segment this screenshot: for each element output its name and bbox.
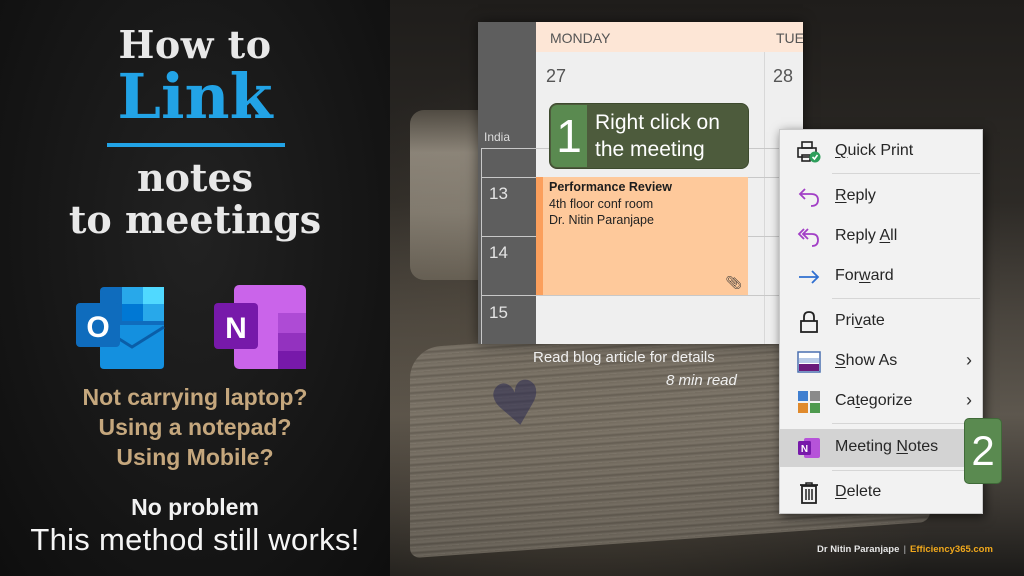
paperclip-icon: 📎︎ (725, 276, 742, 291)
menu-item-delete[interactable]: Delete (780, 475, 982, 511)
submenu-chevron-icon: › (966, 350, 972, 370)
day-name-monday[interactable]: MONDAY (550, 30, 610, 46)
question-laptop: Not carrying laptop? (82, 384, 308, 410)
menu-separator (832, 298, 980, 299)
menu-item-reply[interactable]: Reply (780, 179, 982, 215)
question-mobile: Using Mobile? (116, 444, 274, 470)
forward-icon (796, 265, 822, 289)
title-line-to-meetings: to meetings (68, 197, 322, 242)
step1-number: 1 (551, 105, 587, 167)
menu-label: Meeting Notes (835, 438, 939, 455)
hour-line (481, 295, 803, 296)
event-location: 4th floor conf room (549, 197, 654, 211)
hour-label-14: 14 (489, 243, 508, 262)
title-line-notes: notes (136, 155, 254, 200)
credit-line: Dr Nitin Paranjape | Efficiency365.com (817, 544, 993, 555)
credit-author: Dr Nitin Paranjape (817, 544, 900, 555)
day-header: MONDAY TUE (536, 22, 803, 52)
calendar-view: MONDAY TUE 27 28 India 13 14 15 Performa… (478, 22, 803, 344)
blog-note: Read blog article for details (533, 349, 715, 366)
onenote-icon: N (214, 285, 306, 369)
title-line-link: Link (117, 60, 273, 133)
event-organizer: Dr. Nitin Paranjape (549, 213, 654, 227)
menu-item-show-as[interactable]: Show As › (780, 344, 982, 380)
menu-item-reply-all[interactable]: Reply All (780, 219, 982, 255)
credit-separator: | (903, 544, 907, 555)
menu-separator (832, 470, 980, 471)
menu-separator (832, 423, 980, 424)
outlook-letter: O (86, 311, 109, 344)
reply-icon (796, 185, 822, 209)
lock-icon (796, 310, 822, 334)
date-monday[interactable]: 27 (546, 66, 566, 87)
show-as-icon (796, 350, 822, 374)
title-underline (107, 143, 285, 147)
meeting-event[interactable]: Performance Review 4th floor conf room D… (536, 177, 748, 295)
hour-label-13: 13 (489, 184, 508, 203)
date-tuesday[interactable]: 28 (773, 66, 793, 87)
menu-item-forward[interactable]: Forward (780, 259, 982, 295)
timezone-label: India (484, 130, 511, 144)
hour-label-15: 15 (489, 303, 508, 322)
menu-label: Delete (835, 483, 882, 500)
menu-item-private[interactable]: Private (780, 304, 982, 340)
menu-item-quick-print[interactable]: Quick Print (780, 134, 982, 170)
onenote-small-icon: N (796, 436, 822, 460)
submenu-chevron-icon: › (966, 390, 972, 410)
svg-text:N: N (801, 444, 808, 455)
question-notepad: Using a notepad? (98, 414, 292, 440)
context-menu: Quick Print Reply Reply All Forward Priv… (779, 129, 983, 514)
menu-label: Quick Print (835, 142, 914, 159)
column-separator (764, 52, 765, 344)
step1-callout: 1 Right click on the meeting (549, 103, 749, 169)
step2-callout: 2 (964, 418, 1002, 484)
trash-icon (796, 481, 822, 505)
menu-item-meeting-notes[interactable]: N Meeting Notes (780, 429, 982, 467)
no-problem-text: No problem (131, 494, 259, 520)
event-title: Performance Review (549, 180, 672, 194)
day-name-tuesday[interactable]: TUE (776, 30, 803, 46)
read-time: 8 min read (666, 372, 737, 389)
menu-label: Private (835, 312, 885, 329)
menu-label: Reply All (835, 227, 898, 244)
menu-label: Forward (835, 267, 894, 284)
step1-text: Right click on the meeting (595, 111, 720, 161)
menu-separator (832, 173, 980, 174)
categorize-icon (796, 390, 822, 414)
menu-label: Categorize (835, 392, 913, 409)
outlook-icon: O (76, 287, 165, 369)
printer-check-icon (796, 140, 822, 164)
tagline: This method still works! (30, 522, 360, 557)
menu-label: Reply (835, 187, 876, 204)
reply-all-icon (796, 225, 822, 249)
onenote-letter: N (225, 312, 247, 345)
menu-item-categorize[interactable]: Categorize › (780, 384, 982, 420)
credit-site[interactable]: Efficiency365.com (910, 544, 993, 555)
menu-label: Show As (835, 352, 898, 369)
title-panel: How to Link notes to meetings O N Not ca… (0, 0, 390, 576)
